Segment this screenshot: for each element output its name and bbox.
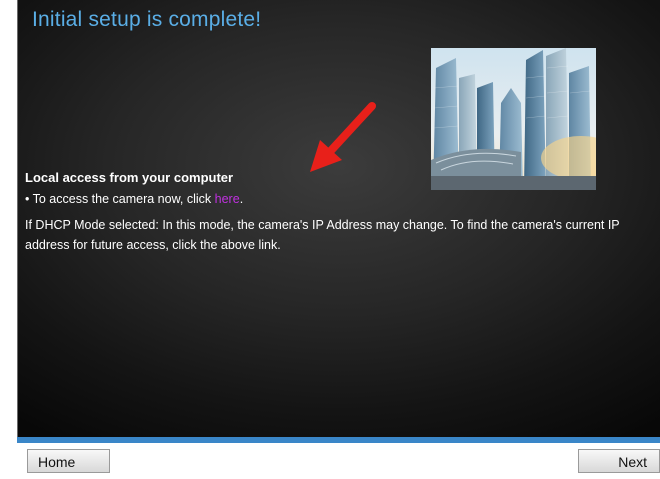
setup-window: Initial setup is complete! Local access … xyxy=(17,0,660,479)
local-access-heading: Local access from your computer xyxy=(25,170,234,185)
next-button[interactable]: Next xyxy=(578,449,660,473)
page-title: Initial setup is complete! xyxy=(32,8,262,31)
dhcp-note: If DHCP Mode selected: In this mode, the… xyxy=(25,218,620,252)
content-panel: Initial setup is complete! Local access … xyxy=(17,0,660,437)
here-link[interactable]: here xyxy=(215,192,240,206)
city-skyline-image xyxy=(431,48,596,190)
instruction-period: . xyxy=(239,192,244,206)
instruction-text: • To access the camera now, click xyxy=(25,192,215,206)
red-arrow-icon xyxy=(308,100,380,181)
home-button[interactable]: Home xyxy=(27,449,110,473)
access-instruction: • To access the camera now, click here. xyxy=(25,192,243,206)
footer-bar: Home Next xyxy=(17,443,660,479)
